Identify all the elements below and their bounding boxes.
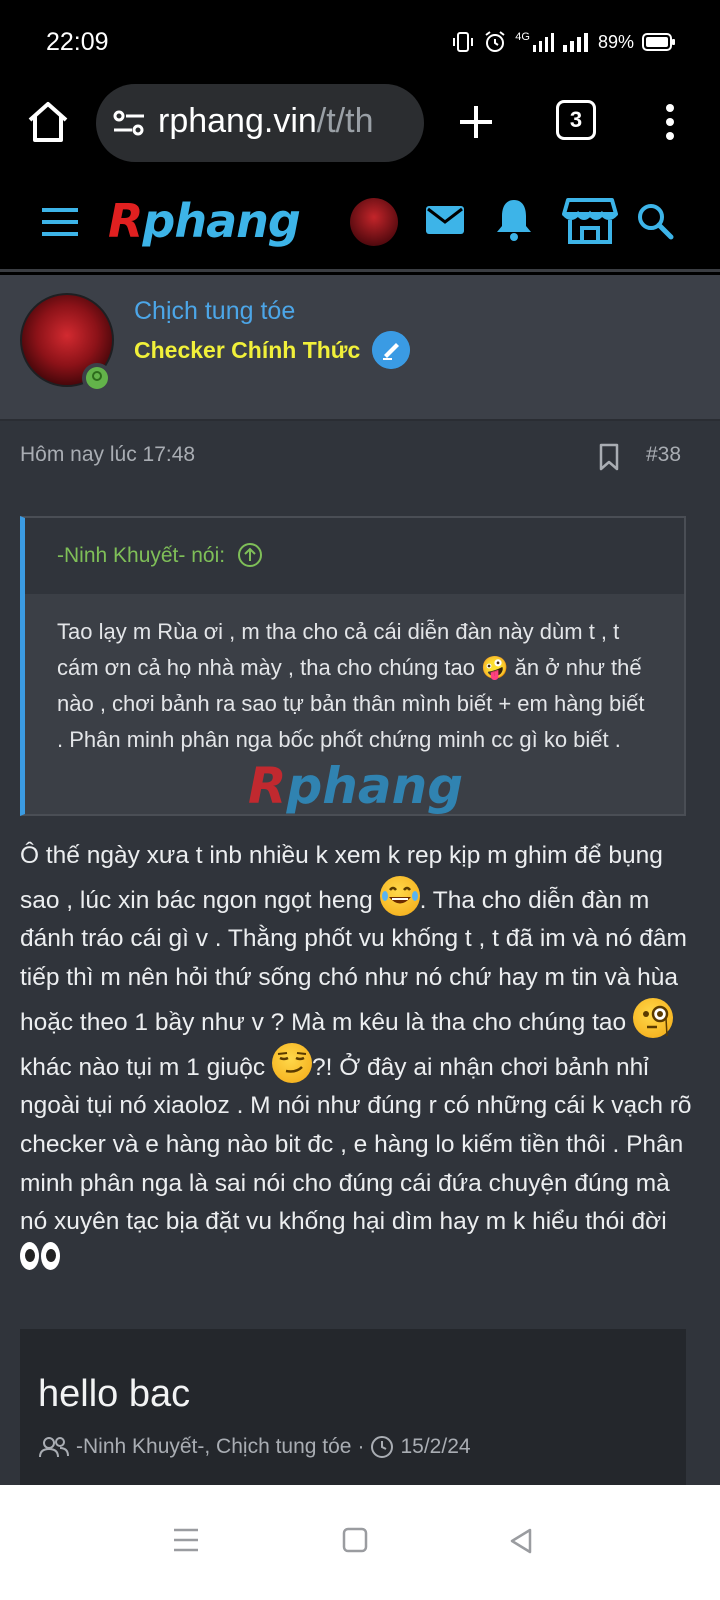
address-bar[interactable]: rphang.vin/t/th [96,84,424,162]
users-icon [39,1437,69,1458]
vibrate-icon [453,32,474,52]
watermark-logo: Rphang [248,757,463,815]
author-name[interactable]: Chịch tung tóe [134,297,295,326]
back-icon[interactable] [508,1527,534,1555]
search-icon[interactable] [636,202,674,240]
watermark-rest: phang [286,757,464,815]
more-options-icon[interactable] [660,98,680,146]
post-body-text-3: khác nào tụi m 1 giuộc [20,1053,272,1081]
smirking-face-emoji-icon [271,1042,312,1083]
system-navigation-bar [0,1485,720,1600]
status-bar: 22:09 4G 89% [0,0,720,84]
laughing-tears-emoji-icon [379,875,420,916]
signal-icon-2 [562,33,588,52]
browser-toolbar: rphang.vin/t/th 3 [0,84,720,180]
online-status-icon [82,363,112,393]
home-icon[interactable] [24,98,72,146]
author-title: Checker Chính Thức [134,337,361,363]
thread-participants: -Ninh Khuyết-, Chịch tung tóe [76,1435,352,1458]
thread-meta: -Ninh Khuyết-, Chịch tung tóe · 15/2/24 [38,1435,471,1459]
post-timestamp[interactable]: Hôm nay lúc 17:48 [20,443,195,467]
new-tab-icon[interactable] [452,98,500,146]
post-body: Ô thế ngày xưa t inb nhiều k xem k rep k… [20,837,696,1281]
arrow-up-circle-icon[interactable] [237,542,263,568]
thread-preview-card[interactable]: hello bac -Ninh Khuyết-, Chịch tung tóe … [20,1329,686,1485]
store-icon[interactable] [562,196,618,246]
logo-rest: phang [142,194,300,248]
eyes-emoji-icon [20,1242,62,1272]
site-header: Rphang [0,180,720,272]
thread-content: Chịch tung tóe Checker Chính Thức Hôm na… [0,275,720,1485]
watermark-r: R [248,757,287,815]
post-number[interactable]: #38 [646,443,681,467]
bookmark-icon[interactable] [598,443,620,471]
clock-icon [371,1436,394,1458]
url-path: /t/th [316,102,374,140]
thread-date: 15/2/24 [400,1435,471,1458]
mail-icon[interactable] [424,202,466,238]
verified-badge-icon [372,331,410,369]
signal-icon-1 [532,33,554,52]
quote-author: -Ninh Khuyết- nói: [57,544,226,567]
logo-r: R [108,194,143,248]
network-type: 4G [515,31,530,43]
status-icons: 4G 89% [451,30,676,54]
quote-header[interactable]: -Ninh Khuyết- nói: [25,518,684,594]
thread-title[interactable]: hello bac [38,1373,190,1416]
tab-switcher-button[interactable]: 3 [556,100,596,140]
site-logo[interactable]: Rphang [108,194,301,248]
status-time: 22:09 [46,28,109,56]
alarm-icon [485,31,505,52]
recent-apps-icon[interactable] [172,1527,200,1553]
monocle-face-emoji-icon [632,997,673,1038]
bell-icon[interactable] [494,196,534,242]
home-nav-icon[interactable] [342,1527,368,1553]
url-host: rphang.vin [158,102,317,140]
site-settings-icon[interactable] [112,108,146,138]
author-block: Chịch tung tóe Checker Chính Thức [0,275,720,421]
battery-percent: 89% [597,31,634,52]
hamburger-menu-icon[interactable] [40,206,80,238]
user-avatar[interactable] [350,198,398,246]
url-text[interactable]: rphang.vin/t/th [158,102,373,141]
battery-icon [642,33,675,51]
thread-meta-separator: · [357,1435,365,1458]
